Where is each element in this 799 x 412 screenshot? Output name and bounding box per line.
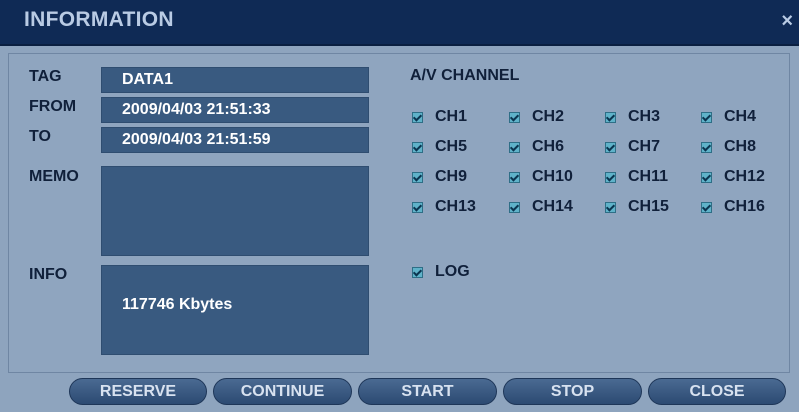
- title-bar: INFORMATION ×: [0, 0, 799, 46]
- checkbox-checked-icon: [509, 201, 520, 213]
- memo-label: MEMO: [29, 168, 79, 185]
- from-field[interactable]: 2009/04/03 21:51:33: [101, 97, 369, 123]
- channel-ch10[interactable]: CH10: [509, 167, 573, 187]
- channel-ch13[interactable]: CH13: [412, 197, 476, 217]
- channel-label: CH9: [435, 168, 468, 185]
- to-field[interactable]: 2009/04/03 21:51:59: [101, 127, 369, 153]
- memo-field[interactable]: [101, 166, 369, 256]
- channel-ch15[interactable]: CH15: [605, 197, 669, 217]
- log-checkbox[interactable]: LOG: [412, 262, 470, 282]
- close-icon[interactable]: ×: [781, 11, 793, 31]
- av-channel-heading: A/V CHANNEL: [410, 67, 520, 84]
- checkbox-checked-icon: [509, 141, 520, 153]
- checkbox-checked-icon: [605, 111, 616, 123]
- channel-ch12[interactable]: CH12: [701, 167, 765, 187]
- channel-ch1[interactable]: CH1: [412, 107, 467, 127]
- checkbox-checked-icon: [701, 201, 712, 213]
- channel-label: CH13: [435, 198, 476, 215]
- channel-ch9[interactable]: CH9: [412, 167, 467, 187]
- dialog-title: INFORMATION: [24, 8, 174, 31]
- channel-label: CH1: [435, 108, 468, 125]
- channel-ch4[interactable]: CH4: [701, 107, 756, 127]
- checkbox-checked-icon: [509, 171, 520, 183]
- channel-label: CH15: [628, 198, 669, 215]
- channel-ch2[interactable]: CH2: [509, 107, 564, 127]
- info-box: 117746 Kbytes: [101, 265, 369, 355]
- channel-label: CH14: [532, 198, 573, 215]
- channel-label: CH2: [532, 108, 565, 125]
- tag-label: TAG: [29, 68, 62, 85]
- channel-label: CH3: [628, 108, 661, 125]
- tag-field[interactable]: DATA1: [101, 67, 369, 93]
- channel-label: CH5: [435, 138, 468, 155]
- channel-label: CH10: [532, 168, 573, 185]
- checkbox-checked-icon: [412, 171, 423, 183]
- continue-button[interactable]: CONTINUE: [213, 378, 352, 405]
- log-label: LOG: [435, 263, 470, 280]
- channel-label: CH16: [724, 198, 765, 215]
- checkbox-checked-icon: [701, 141, 712, 153]
- channel-label: CH6: [532, 138, 565, 155]
- checkbox-checked-icon: [605, 201, 616, 213]
- channel-ch14[interactable]: CH14: [509, 197, 573, 217]
- checkbox-checked-icon: [412, 266, 423, 278]
- info-label: INFO: [29, 266, 68, 283]
- info-size: 117746 Kbytes: [122, 296, 233, 313]
- reserve-button[interactable]: RESERVE: [69, 378, 207, 405]
- to-label: TO: [29, 128, 51, 145]
- checkbox-checked-icon: [605, 171, 616, 183]
- checkbox-checked-icon: [701, 171, 712, 183]
- channel-ch5[interactable]: CH5: [412, 137, 467, 157]
- checkbox-checked-icon: [509, 111, 520, 123]
- channel-label: CH4: [724, 108, 757, 125]
- channel-ch11[interactable]: CH11: [605, 167, 668, 187]
- checkbox-checked-icon: [412, 201, 423, 213]
- checkbox-checked-icon: [412, 111, 423, 123]
- checkbox-checked-icon: [605, 141, 616, 153]
- information-dialog: INFORMATION × TAG FROM TO MEMO INFO DATA…: [0, 0, 799, 412]
- checkbox-checked-icon: [701, 111, 712, 123]
- stop-button[interactable]: STOP: [503, 378, 642, 405]
- channel-ch8[interactable]: CH8: [701, 137, 756, 157]
- close-button[interactable]: CLOSE: [648, 378, 786, 405]
- from-label: FROM: [29, 98, 77, 115]
- channel-label: CH7: [628, 138, 661, 155]
- channel-label: CH11: [628, 168, 669, 185]
- channel-ch3[interactable]: CH3: [605, 107, 660, 127]
- channel-ch16[interactable]: CH16: [701, 197, 765, 217]
- channel-ch6[interactable]: CH6: [509, 137, 564, 157]
- channel-ch7[interactable]: CH7: [605, 137, 660, 157]
- start-button[interactable]: START: [358, 378, 497, 405]
- checkbox-checked-icon: [412, 141, 423, 153]
- channel-label: CH8: [724, 138, 757, 155]
- channel-label: CH12: [724, 168, 765, 185]
